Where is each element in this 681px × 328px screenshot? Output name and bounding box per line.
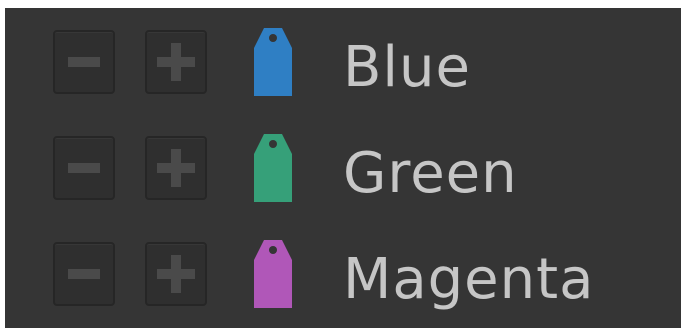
tag-icon: [248, 234, 298, 314]
add-tag-button[interactable]: [145, 242, 207, 306]
tag-icon: [248, 128, 298, 208]
tag-label: Blue: [343, 35, 471, 100]
color-tag-row-blue: Blue: [5, 28, 681, 108]
remove-tag-button[interactable]: [53, 136, 115, 200]
minus-icon: [68, 269, 100, 279]
color-tag-row-magenta: Magenta: [5, 240, 681, 320]
add-tag-button[interactable]: [145, 30, 207, 94]
color-tag-panel: Blue Green Magenta: [5, 8, 681, 328]
tag-label: Green: [343, 141, 518, 206]
remove-tag-button[interactable]: [53, 242, 115, 306]
tag-icon: [248, 22, 298, 102]
tag-label: Magenta: [343, 247, 595, 312]
add-tag-button[interactable]: [145, 136, 207, 200]
remove-tag-button[interactable]: [53, 30, 115, 94]
minus-icon: [68, 57, 100, 67]
color-tag-row-green: Green: [5, 134, 681, 214]
minus-icon: [68, 163, 100, 173]
